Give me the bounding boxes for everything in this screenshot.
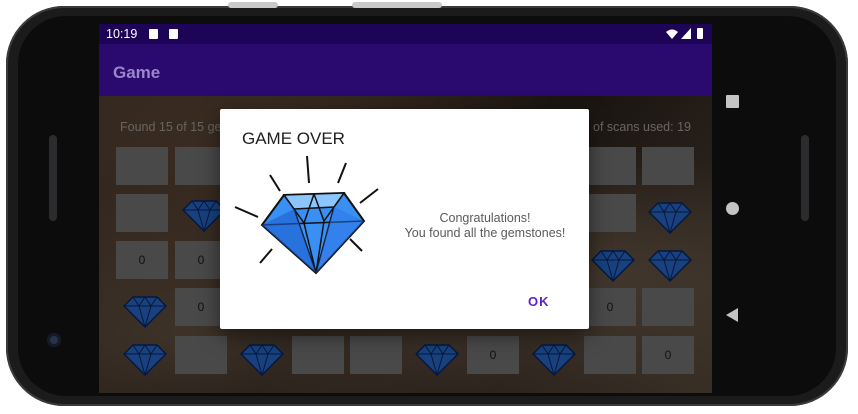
left-speaker xyxy=(49,135,57,221)
dialog-message-line1: Congratulations! xyxy=(439,211,531,225)
right-speaker xyxy=(801,135,809,221)
dialog-message: Congratulations! You found all the gemst… xyxy=(390,211,580,241)
ok-button[interactable]: OK xyxy=(528,294,550,309)
signal-icon xyxy=(681,28,691,39)
sd-card-icon xyxy=(169,29,178,39)
power-button xyxy=(352,2,442,8)
front-camera xyxy=(47,333,61,347)
status-bar: 10:19 xyxy=(99,24,712,44)
recents-nav-button[interactable] xyxy=(726,95,739,108)
battery-icon xyxy=(697,28,703,39)
volume-button xyxy=(228,2,278,8)
back-nav-button[interactable] xyxy=(726,308,738,322)
dialog-message-line2: You found all the gemstones! xyxy=(404,226,566,240)
game-over-dialog: GAME OVER Congratulations! You found all… xyxy=(220,109,589,329)
dialog-title: GAME OVER xyxy=(242,129,345,148)
home-nav-button[interactable] xyxy=(726,202,739,215)
app-bar: Game xyxy=(99,44,712,96)
status-time: 10:19 xyxy=(106,27,138,41)
wifi-icon xyxy=(666,29,678,39)
diamond-icon xyxy=(234,155,379,275)
notification-a-icon xyxy=(149,29,158,39)
app-title: Game xyxy=(113,63,161,82)
